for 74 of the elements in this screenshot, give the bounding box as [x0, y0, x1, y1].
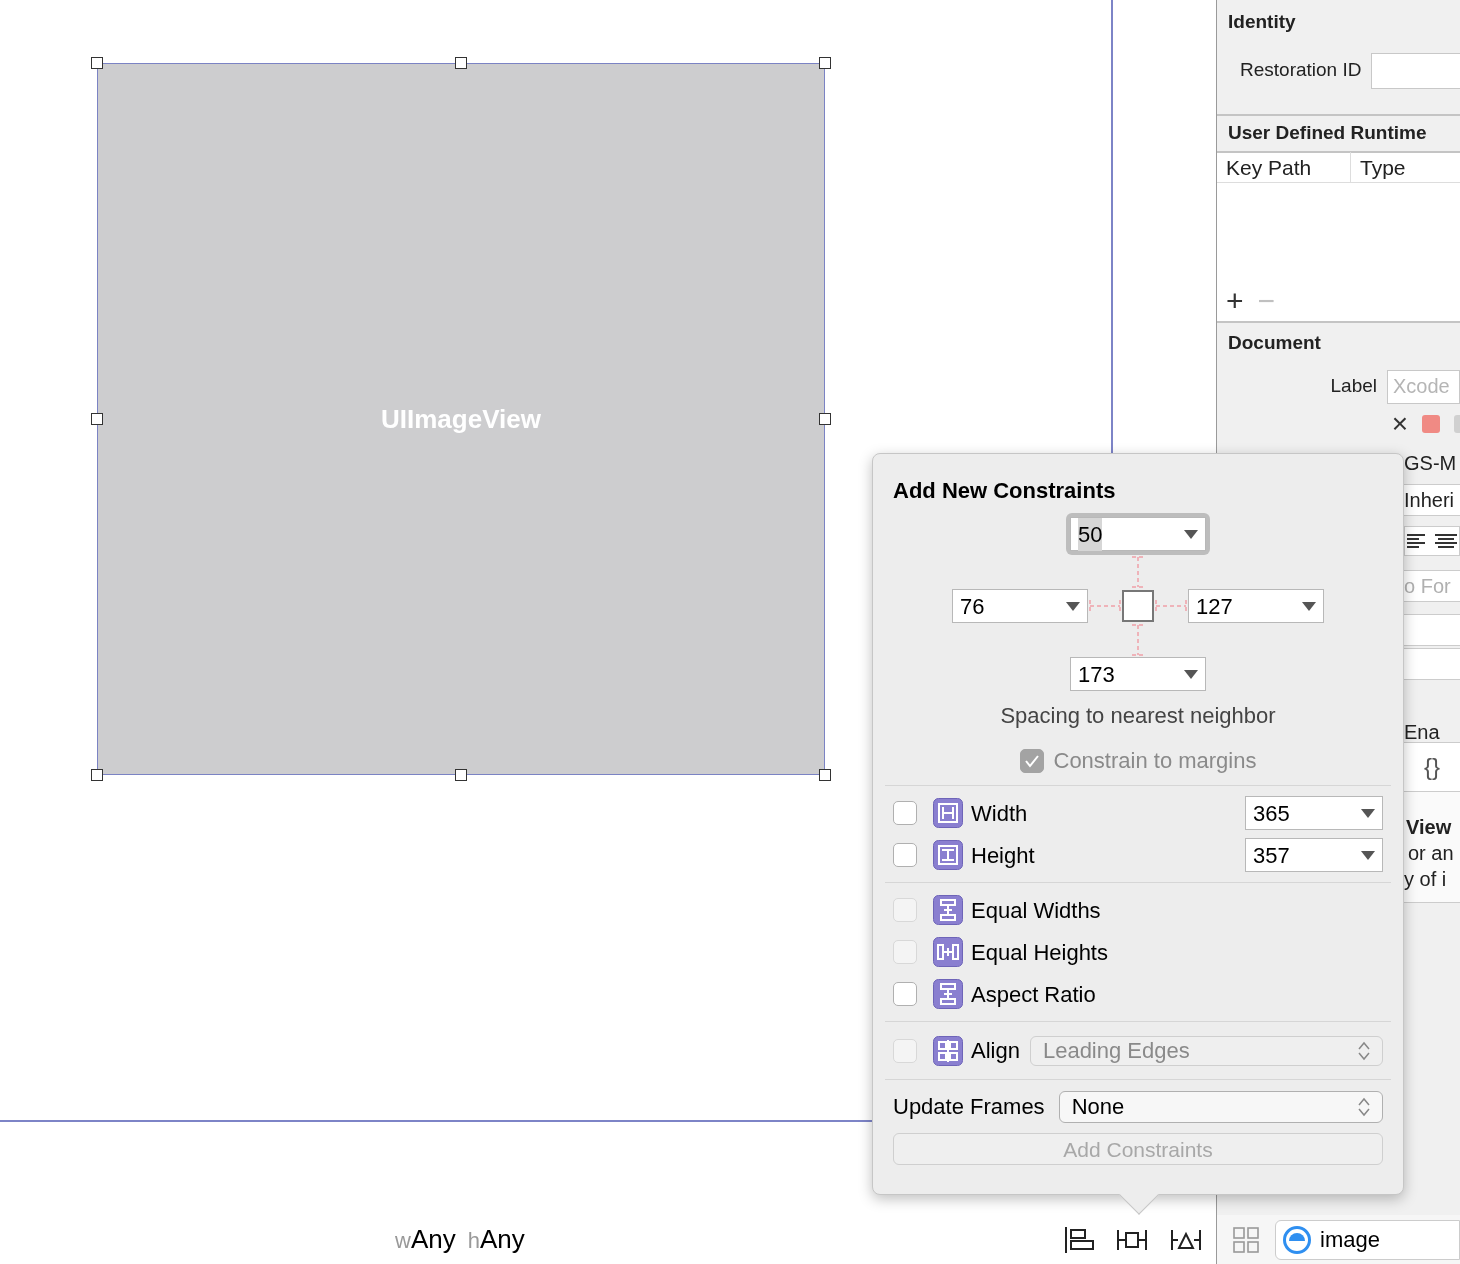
resize-handle[interactable]	[455, 769, 467, 781]
width-icon	[933, 798, 963, 828]
constraint-label: Height	[971, 841, 1035, 870]
number-dropdown[interactable]: 127	[1188, 589, 1324, 623]
resize-handle[interactable]	[91, 413, 103, 425]
number-dropdown[interactable]: 357	[1245, 838, 1383, 872]
stepper-icon	[1358, 1096, 1370, 1117]
stepper-icon	[1358, 1040, 1370, 1061]
caret-icon	[1361, 808, 1375, 818]
filter-icon	[1282, 1224, 1312, 1255]
filter-field[interactable]: image	[1275, 1219, 1460, 1260]
checkbox-label: Constrain to margins	[1053, 747, 1257, 775]
text-field[interactable]	[1404, 613, 1460, 646]
description-text: y of i	[1404, 866, 1448, 892]
grid-icon[interactable]	[1233, 1226, 1259, 1253]
update-frames-label: Update Frames	[893, 1093, 1045, 1121]
checkbox[interactable]	[893, 843, 917, 867]
view-title: View	[1405, 814, 1453, 840]
caret-icon	[1184, 529, 1198, 539]
constraint-label: Equal Widths	[971, 896, 1101, 925]
field-label: Restoration ID	[1240, 58, 1362, 83]
checkbox[interactable]	[893, 982, 917, 1006]
height-icon	[933, 840, 963, 870]
resize-handle[interactable]	[819, 413, 831, 425]
align-center-icon	[1435, 533, 1457, 548]
checkbox[interactable]	[893, 801, 917, 825]
resize-handle[interactable]	[455, 57, 467, 69]
resize-handle[interactable]	[819, 57, 831, 69]
caret-icon	[1302, 601, 1316, 611]
number-dropdown[interactable]: 365	[1245, 796, 1383, 830]
popover-title: Add New Constraints	[892, 477, 1117, 505]
section-title: Document	[1228, 331, 1322, 355]
constraint-label: Align	[971, 1037, 1020, 1065]
caret-icon	[1361, 850, 1375, 860]
update-frames-select[interactable]: None	[1058, 1090, 1383, 1123]
color-swatch[interactable]	[1422, 414, 1440, 433]
constraint-label: Aspect Ratio	[971, 980, 1096, 1009]
description-text: or an	[1407, 840, 1455, 866]
equal-heights-icon	[933, 937, 963, 967]
view-square	[1122, 590, 1154, 622]
section-title: Identity	[1228, 10, 1297, 34]
column-header[interactable]: Key Path	[1217, 151, 1351, 184]
text-field[interactable]	[1404, 647, 1460, 680]
label-field[interactable]: Xcode	[1387, 369, 1460, 404]
object-id-text: GS-M	[1404, 450, 1458, 476]
number-dropdown[interactable]: 50	[1070, 517, 1206, 551]
column-header[interactable]: Type	[1351, 151, 1406, 184]
caret-icon	[1184, 669, 1198, 679]
checkbox-label: Ena	[1404, 721, 1441, 742]
size-class-text[interactable]: wAny	[395, 1220, 456, 1259]
alignment-control[interactable]	[1404, 525, 1460, 556]
checkmark-icon	[1023, 753, 1040, 768]
field-label: Label	[1330, 374, 1377, 399]
resize-handle[interactable]	[91, 57, 103, 69]
resize-handle[interactable]	[819, 769, 831, 781]
aspect-ratio-icon	[933, 979, 963, 1009]
number-dropdown[interactable]: 173	[1070, 657, 1206, 691]
number-dropdown[interactable]: 76	[952, 589, 1088, 623]
caret-icon	[1066, 601, 1080, 611]
constraint-label: Width	[971, 799, 1028, 828]
restoration-id-field[interactable]	[1371, 52, 1460, 89]
align-left-icon	[1407, 533, 1425, 548]
color-swatch[interactable]	[1454, 414, 1460, 433]
size-class-text[interactable]: hAny	[467, 1220, 525, 1259]
equal-widths-icon	[933, 895, 963, 925]
align-toolbar-icon[interactable]	[1064, 1226, 1094, 1253]
clear-button[interactable]: ×	[1391, 409, 1408, 438]
inherit-field[interactable]: Inheri	[1404, 483, 1460, 516]
resize-handle[interactable]	[91, 769, 103, 781]
spacing-caption: Spacing to nearest neighbor	[1000, 702, 1276, 730]
constraint-label: Equal Heights	[971, 938, 1108, 967]
add-button[interactable]: +	[1226, 283, 1244, 319]
section-title: User Defined Runtime	[1228, 121, 1427, 146]
align-icon	[933, 1035, 963, 1066]
